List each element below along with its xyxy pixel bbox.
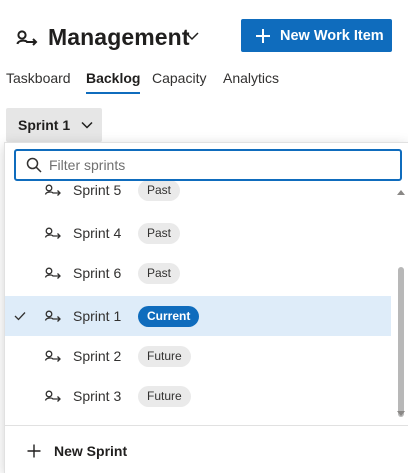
plus-icon — [256, 28, 270, 43]
tab-analytics[interactable]: Analytics — [223, 70, 279, 92]
team-icon — [16, 30, 38, 46]
scroll-down-icon[interactable] — [397, 411, 405, 417]
new-work-item-button[interactable]: New Work Item — [241, 19, 392, 52]
sprint-name: Sprint 5 — [73, 182, 122, 198]
tab-taskboard[interactable]: Taskboard — [6, 70, 71, 92]
sprint-name: Sprint 3 — [73, 388, 122, 404]
iteration-icon — [44, 390, 61, 402]
plus-icon — [27, 444, 41, 458]
checkmark-icon — [14, 312, 26, 321]
status-badge: Past — [138, 222, 181, 244]
scroll-up-icon[interactable] — [397, 189, 405, 195]
iteration-icon — [44, 267, 61, 279]
header: Management New Work Item — [0, 0, 408, 66]
sprint-selector[interactable]: Sprint 1 — [6, 108, 102, 142]
status-badge: Future — [138, 345, 191, 367]
chevron-down-icon[interactable] — [185, 31, 199, 41]
sprint-row-2[interactable]: Sprint 2 Future — [5, 336, 391, 376]
tab-bar: Taskboard Backlog Capacity Analytics — [0, 66, 408, 96]
sprint-row-3[interactable]: Sprint 3 Future — [5, 376, 391, 416]
status-badge: Past — [138, 262, 181, 284]
new-work-item-label: New Work Item — [280, 27, 384, 44]
sprint-name: Sprint 4 — [73, 225, 122, 241]
status-badge: Current — [138, 305, 200, 327]
chevron-down-icon — [81, 121, 93, 129]
status-badge: Past — [138, 181, 181, 201]
sprint-name: Sprint 6 — [73, 265, 122, 281]
sprint-list: Sprint 5 Past Sprint 4 Past Sprint 6 Pas… — [5, 181, 395, 437]
tab-capacity[interactable]: Capacity — [152, 70, 206, 92]
sprint-dropdown: Sprint 5 Past Sprint 4 Past Sprint 6 Pas… — [4, 142, 408, 473]
iteration-icon — [44, 350, 61, 362]
filter-box[interactable] — [14, 149, 402, 181]
iteration-icon — [44, 184, 61, 196]
filter-sprints-input[interactable] — [49, 157, 369, 173]
tab-backlog[interactable]: Backlog — [86, 70, 141, 94]
sprint-row-6[interactable]: Sprint 6 Past — [5, 253, 391, 293]
new-sprint-button[interactable]: New Sprint — [27, 441, 127, 461]
scrollbar[interactable] — [395, 187, 407, 439]
sprint-row-1[interactable]: Sprint 1 Current — [5, 296, 391, 336]
sprint-row-5[interactable]: Sprint 5 Past — [5, 181, 391, 210]
status-badge: Future — [138, 385, 191, 407]
sprint-name: Sprint 1 — [73, 308, 122, 324]
scrollbar-thumb[interactable] — [398, 267, 404, 417]
new-sprint-label: New Sprint — [54, 443, 128, 459]
search-icon — [26, 157, 42, 173]
sprint-name: Sprint 2 — [73, 348, 122, 364]
team-title[interactable]: Management — [48, 24, 190, 51]
sprint-selector-label: Sprint 1 — [18, 117, 71, 133]
iteration-icon — [44, 310, 61, 322]
sprint-row-4[interactable]: Sprint 4 Past — [5, 213, 391, 253]
iteration-icon — [44, 227, 61, 239]
divider — [5, 425, 408, 426]
